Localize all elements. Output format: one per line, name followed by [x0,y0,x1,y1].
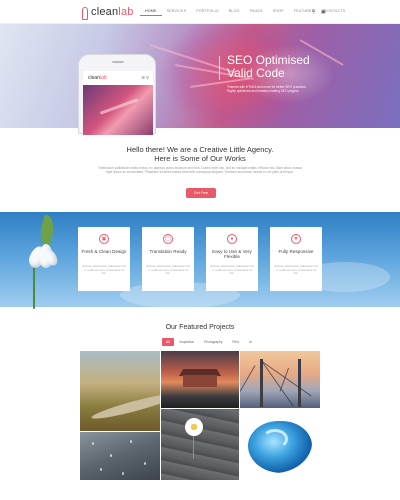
tile-daisy [185,418,203,436]
bulb-icon: ● [227,234,237,244]
features-section [0,212,400,307]
feature-text: Aenean ullamcorper sollicitudin nisl ut … [210,264,254,276]
rain-drop [92,442,94,445]
phone-image-glint [99,98,139,115]
tile-house [183,375,217,387]
nav-item-home[interactable]: Home [140,9,162,16]
phone-mockup: cleanlab ☰ ⚲ [78,54,156,135]
rain-drop [100,468,102,471]
hero-description: Themes with HTML5 and more for better SE… [227,85,307,94]
feature-card: ● Easy to Use & Very Flexible Aenean ull… [206,227,258,291]
tile-bridge-cable [261,361,312,397]
intro-title-line1: Hello there! We are a Creative Little Ag… [126,145,274,154]
filter-photography[interactable]: Photography [200,338,226,346]
tile-bridge-cable [240,365,256,392]
portfolio-filters: All Inspiration Photography Print UI [162,338,256,346]
main-nav: Home Services Portfolio Blog Pages Shop … [140,9,350,16]
filter-ui[interactable]: UI [245,338,256,346]
portfolio-tile-rain[interactable] [80,432,160,480]
translate-icon: ◯ [163,234,173,244]
feature-text: Aenean ullamcorper sollicitudin nisl ut … [146,264,190,276]
rain-drop [110,454,112,457]
intro-text: Vestibulum sollicitudin mollis lectus, e… [98,166,302,175]
hero-title-bar [219,56,220,80]
feature-title: Fresh & Clean Design [81,249,127,254]
tile-road [90,389,160,423]
phone-screen: cleanlab ☰ ⚲ [83,71,153,135]
get-free-button[interactable]: Get Free [186,188,216,198]
filter-inspiration[interactable]: Inspiration [176,338,199,346]
nav-item-shop[interactable]: Shop [268,9,289,16]
feature-card: ❖ Fully Responsive Aenean ullamcorper so… [270,227,322,291]
hero-title: SEO Optimised Valid Code [227,54,310,80]
logo-text: cleanlab [91,6,134,18]
site-header: cleanlab Home Services Portfolio Blog Pa… [0,0,400,24]
logo[interactable]: cleanlab [81,6,134,20]
filter-print[interactable]: Print [228,338,243,346]
portfolio-tile-landscape[interactable] [80,351,160,431]
intro-title-line2: Here is Some of Our Works [154,154,246,163]
snowdrop-flower [26,240,60,270]
phone-screen-image [83,85,153,135]
nav-item-blog[interactable]: Blog [224,9,245,16]
feature-text: Aenean ullamcorper sollicitudin nisl ut … [82,264,126,276]
tile-bridge-cable [261,361,294,407]
portfolio-tile-wave[interactable] [240,409,320,480]
projects-title: Our Featured Projects [165,324,235,331]
intro-title: Hello there! We are a Creative Little Ag… [0,145,400,163]
hero-title-line2: Valid Code [227,66,285,80]
phone-menu-icon: ☰ ⚲ [141,75,149,80]
rain-drop [122,472,124,475]
phone-logo: cleanlab [88,75,107,81]
nav-item-pages[interactable]: Pages [245,9,268,16]
portfolio-tile-house[interactable] [161,351,239,408]
portfolio-tile-bridge[interactable] [240,351,320,408]
tile-bridge-tower [260,359,263,407]
monitor-icon: ▣ [99,234,109,244]
feature-title: Fully Responsive [278,249,314,254]
feature-title: Translation Ready [149,249,187,254]
rain-drop [130,440,132,443]
feature-card: ▣ Fresh & Clean Design Aenean ullamcorpe… [78,227,130,291]
feature-text: Aenean ullamcorper sollicitudin nisl ut … [274,264,318,276]
tile-daisy-stem [193,435,194,459]
filter-all[interactable]: All [162,338,174,346]
nav-item-services[interactable]: Services [162,9,192,16]
portfolio-tile-daisy[interactable] [161,409,239,480]
search-icon[interactable]: ⚲ [312,9,316,15]
nav-item-portfolio[interactable]: Portfolio [191,9,224,16]
hero-banner [0,24,400,128]
feature-card: ◯ Translation Ready Aenean ullamcorper s… [142,227,194,291]
rain-drop [144,462,146,465]
phone-speaker [112,61,124,63]
tile-wave-curl [262,429,288,449]
logo-mark-icon [81,6,88,20]
cart-icon[interactable]: ▣ [321,9,326,15]
lifebuoy-icon: ❖ [291,234,301,244]
tile-bridge-tower [298,359,301,407]
feature-title: Easy to Use & Very Flexible [212,249,252,260]
